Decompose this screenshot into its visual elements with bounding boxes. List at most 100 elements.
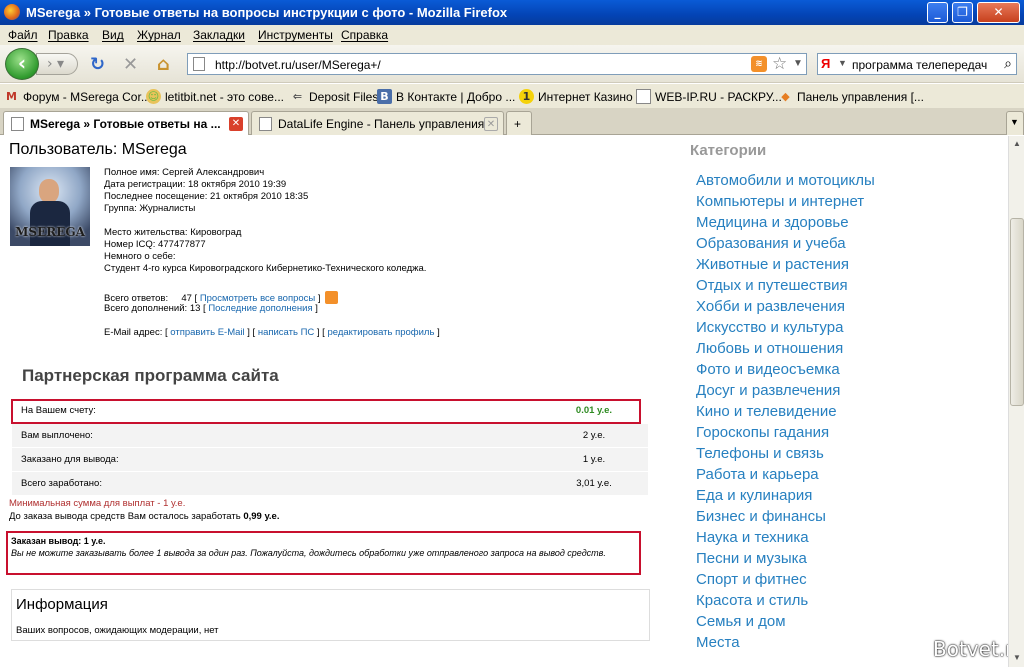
category-link[interactable]: Красота и стиль xyxy=(696,592,808,609)
minimize-button[interactable]: _ xyxy=(927,2,948,23)
new-tab-button[interactable]: + xyxy=(506,111,532,135)
category-link[interactable]: Бизнес и финансы xyxy=(696,508,826,525)
menu-help[interactable]: Справка xyxy=(341,28,388,42)
category-link[interactable]: Любовь и отношения xyxy=(696,340,843,357)
tab-close-icon[interactable]: ✕ xyxy=(229,117,243,131)
ordered-label: Заказано для вывода: xyxy=(12,447,540,472)
forward-button[interactable]: › ▾ xyxy=(36,53,78,75)
window-title: MSerega » Готовые ответы на вопросы инст… xyxy=(26,5,508,20)
info-title: Информация xyxy=(16,596,108,613)
bookmark-item[interactable]: M Форум - MSerega Cor... xyxy=(4,89,151,104)
menu-history[interactable]: Журнал xyxy=(137,28,181,42)
search-bar[interactable]: Я ▼ программа телепередач ⌕ xyxy=(817,53,1017,75)
menu-edit[interactable]: Правка xyxy=(48,28,89,42)
scroll-up-icon[interactable]: ▲ xyxy=(1010,137,1024,151)
table-row: Вам выплочено: 2 у.е. xyxy=(12,423,648,448)
address-url[interactable]: http://botvet.ru/user/MSerega+/ xyxy=(215,58,381,72)
category-link[interactable]: Животные и растения xyxy=(696,256,849,273)
category-link[interactable]: Телефоны и связь xyxy=(696,445,824,462)
search-engine-dropdown-icon[interactable]: ▼ xyxy=(838,58,847,68)
category-link[interactable]: Компьютеры и интернет xyxy=(696,193,864,210)
bookmark-item[interactable]: 1 Интернет Казино xyxy=(519,89,633,104)
rss-icon[interactable]: ≋ xyxy=(751,56,767,72)
profile-group: Группа: Журналисты xyxy=(104,203,196,214)
category-link[interactable]: Хобби и развлечения xyxy=(696,298,845,315)
category-link[interactable]: Еда и кулинария xyxy=(696,487,812,504)
category-link[interactable]: Фото и видеосъемка xyxy=(696,361,840,378)
bookmark-item[interactable]: WEB-IP.RU - РАСКРУ... xyxy=(636,89,782,104)
edit-profile-link[interactable]: редактировать профиль xyxy=(327,327,434,338)
profile-registered: Дата регистрации: 18 октября 2010 19:39 xyxy=(104,179,287,190)
table-row: Всего заработано: 3,01 у.е. xyxy=(12,471,648,496)
menu-tools[interactable]: Инструменты xyxy=(258,28,333,42)
tab-list-button[interactable]: ▼ xyxy=(1006,111,1024,135)
profile-about: Студент 4-го курса Кировоградского Кибер… xyxy=(104,263,427,274)
bookmark-item[interactable]: ◆ Панель управления [... xyxy=(778,89,924,104)
info-panel: Информация Ваших вопросов, ожидающих мод… xyxy=(11,589,650,641)
search-input[interactable]: программа телепередач xyxy=(852,58,987,72)
profile-last-visit: Последнее посещение: 21 октября 2010 18:… xyxy=(104,191,309,202)
write-pm-link[interactable]: написать ПС xyxy=(258,327,314,338)
profile-about-label: Немного о себе: xyxy=(104,251,176,262)
category-link[interactable]: Отдых и путешествия xyxy=(696,277,848,294)
firefox-icon xyxy=(4,4,20,20)
bookmark-star-icon[interactable]: ☆ xyxy=(772,54,787,74)
bookmark-item[interactable]: ⇐ Deposit Files xyxy=(290,89,378,104)
tab-close-icon[interactable]: ✕ xyxy=(484,117,498,131)
balance-highlight xyxy=(11,399,641,424)
maximize-button[interactable]: ❐ xyxy=(952,2,973,23)
email-row: E-Mail адрес: [ отправить E-Mail ] [ нап… xyxy=(104,327,440,338)
back-button[interactable]: ‹ xyxy=(5,48,39,80)
category-link[interactable]: Гороскопы гадания xyxy=(696,424,829,441)
vkontakte-icon: B xyxy=(377,89,392,104)
order-note: Вы не можите заказывать более 1 вывода з… xyxy=(11,548,606,558)
category-link[interactable]: Автомобили и мотоциклы xyxy=(696,172,875,189)
stop-icon[interactable]: ✕ xyxy=(123,54,138,75)
page-content: Пользователь: MSerega MSEREGA Полное имя… xyxy=(0,136,1008,667)
bookmark-item[interactable]: BВ Контакте | Добро ... xyxy=(377,89,515,104)
menu-view[interactable]: Вид xyxy=(102,28,124,42)
window-titlebar: MSerega » Готовые ответы на вопросы инст… xyxy=(0,0,1024,25)
close-button[interactable]: ✕ xyxy=(977,2,1020,23)
tab-inactive[interactable]: DataLife Engine - Панель управления ✕ xyxy=(251,111,504,135)
tab-bar: MSerega » Готовые ответы на ... ✕ DataLi… xyxy=(0,108,1024,135)
category-link[interactable]: Песни и музыка xyxy=(696,550,807,567)
paid-value: 2 у.е. xyxy=(540,423,648,448)
scroll-down-icon[interactable]: ▼ xyxy=(1010,651,1024,665)
tab-active[interactable]: MSerega » Готовые ответы на ... ✕ xyxy=(3,111,249,135)
category-link[interactable]: Образования и учеба xyxy=(696,235,846,252)
casino-icon: 1 xyxy=(519,89,534,104)
reload-icon[interactable]: ↻ xyxy=(90,54,105,75)
category-link[interactable]: Спорт и фитнес xyxy=(696,571,807,588)
category-link[interactable]: Наука и техника xyxy=(696,529,809,546)
menu-file[interactable]: Файл xyxy=(8,28,38,42)
search-icon[interactable]: ⌕ xyxy=(1004,55,1012,72)
category-link[interactable]: Семья и дом xyxy=(696,613,786,630)
home-icon[interactable]: ⌂ xyxy=(157,54,170,75)
category-link[interactable]: Искусство и культура xyxy=(696,319,843,336)
profile-city: Место жительства: Кировоград xyxy=(104,227,242,238)
url-dropdown-icon[interactable]: ▼ xyxy=(793,58,803,69)
category-link[interactable]: Места xyxy=(696,634,740,651)
bookmarks-toolbar: M Форум - MSerega Cor... ☺ letitbit.net - … xyxy=(0,84,1024,108)
depositfiles-icon: ⇐ xyxy=(292,90,303,103)
bookmark-item[interactable]: ☺ letitbit.net - это сове... xyxy=(146,89,284,104)
address-bar[interactable]: http://botvet.ru/user/MSerega+/ ≋ ☆ ▼ xyxy=(187,53,807,75)
letitbit-icon: ☺ xyxy=(146,89,161,104)
category-link[interactable]: Кино и телевидение xyxy=(696,403,837,420)
category-link[interactable]: Работа и карьера xyxy=(696,466,819,483)
page-icon xyxy=(11,117,24,131)
profile-full-name: Полное имя: Сергей Александрович xyxy=(104,167,265,178)
earned-value: 3,01 у.е. xyxy=(540,471,648,496)
latest-additions-link[interactable]: Последние дополнения xyxy=(208,303,312,314)
scrollbar-thumb[interactable] xyxy=(1010,218,1024,406)
remain-row: До заказа вывода средств Вам осталось за… xyxy=(9,511,280,522)
rss-icon[interactable] xyxy=(324,291,338,304)
category-link[interactable]: Досуг и развлечения xyxy=(696,382,840,399)
vertical-scrollbar[interactable]: ▲ ▼ xyxy=(1008,136,1024,667)
menu-bookmarks[interactable]: Закладки xyxy=(193,28,245,42)
category-link[interactable]: Медицина и здоровье xyxy=(696,214,849,231)
yandex-icon[interactable]: Я xyxy=(821,56,837,72)
categories-title: Категории xyxy=(690,142,767,159)
send-email-link[interactable]: отправить E-Mail xyxy=(170,327,244,338)
